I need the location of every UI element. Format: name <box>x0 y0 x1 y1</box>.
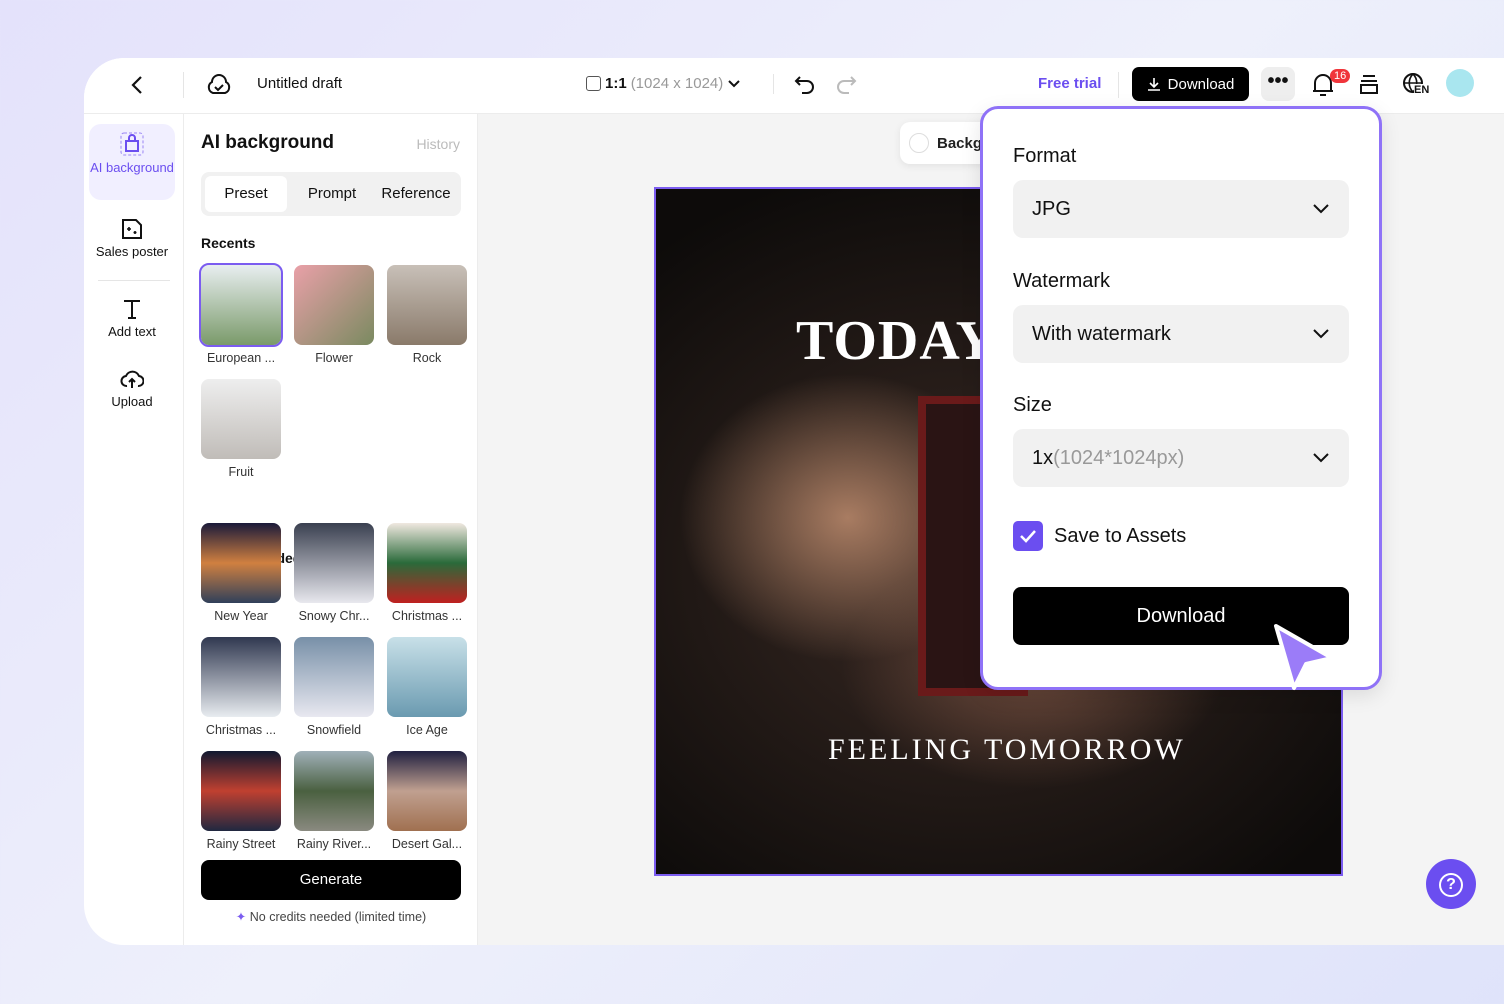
ratio-value: 1:1 <box>605 75 627 92</box>
rail-item-ai-background[interactable]: AI background <box>89 124 175 200</box>
subline-text[interactable]: FEELING TOMORROW <box>828 733 1186 767</box>
panel-tabs: Preset Prompt Reference <box>201 172 461 216</box>
preset-thumbnail[interactable] <box>201 523 281 603</box>
chevron-down-icon <box>1313 329 1329 339</box>
watermark-value: With watermark <box>1032 322 1171 345</box>
cloud-saved-icon <box>207 74 231 94</box>
redo-icon[interactable] <box>835 73 857 95</box>
format-value: JPG <box>1032 197 1071 220</box>
sales-poster-icon <box>122 219 142 239</box>
cursor-pointer-icon <box>1274 624 1334 690</box>
download-label: Download <box>1167 75 1235 93</box>
preset-label: Rainy River... <box>296 837 372 851</box>
ai-background-icon <box>120 132 144 156</box>
checkbox-checked-icon <box>1013 521 1043 551</box>
recents-heading: Recents <box>201 235 256 251</box>
help-button[interactable]: ? <box>1426 859 1476 909</box>
preset-label: Snowfield <box>306 723 362 737</box>
size-detail: (1024*1024px) <box>1053 446 1185 469</box>
credits-note: ✦ No credits needed (limited time) <box>201 909 461 924</box>
preset-thumbnail[interactable] <box>387 751 467 831</box>
layers-icon[interactable] <box>1358 73 1380 95</box>
preset-label: Christmas ... <box>391 609 463 623</box>
preset-thumbnail[interactable] <box>387 637 467 717</box>
download-button[interactable]: Download <box>1132 67 1249 101</box>
avatar[interactable] <box>1446 69 1474 97</box>
size-main: 1x <box>1032 446 1054 469</box>
format-select[interactable]: JPG <box>1013 180 1349 238</box>
rail-label: Upload <box>111 394 153 409</box>
free-trial-link[interactable]: Free trial <box>1038 75 1101 92</box>
sparkle-icon: ✦ <box>235 910 247 924</box>
rail-label: Sales poster <box>95 244 169 259</box>
watermark-label: Watermark <box>1013 270 1111 292</box>
upload-cloud-icon <box>120 370 144 388</box>
tab-reference[interactable]: Reference <box>373 176 459 212</box>
notification-badge: 16 <box>1330 69 1351 83</box>
generate-button[interactable]: Generate <box>201 860 461 900</box>
rail-item-upload[interactable]: Upload <box>89 360 175 409</box>
document-title[interactable]: Untitled draft <box>257 75 342 92</box>
more-options-button[interactable]: ••• <box>1261 67 1295 101</box>
preset-thumbnail[interactable] <box>294 523 374 603</box>
rail-label: Add text <box>108 324 156 339</box>
preset-thumbnail[interactable] <box>201 379 281 459</box>
preset-label: Flower <box>315 351 353 365</box>
ratio-size: (1024 x 1024) <box>630 75 724 92</box>
download-icon <box>1147 78 1160 91</box>
preset-thumbnail[interactable] <box>201 751 281 831</box>
preset-label: Ice Age <box>406 723 448 737</box>
watermark-select[interactable]: With watermark <box>1013 305 1349 363</box>
language-code: EN <box>1414 84 1430 96</box>
preset-label: Desert Gal... <box>391 837 463 851</box>
chevron-down-icon <box>1313 204 1329 214</box>
tab-prompt[interactable]: Prompt <box>297 176 367 212</box>
preset-thumbnail[interactable] <box>387 265 467 345</box>
save-to-assets-label: Save to Assets <box>1054 524 1187 547</box>
chevron-down-icon <box>1313 453 1329 463</box>
preset-label: Snowy Chr... <box>298 609 370 623</box>
canvas-size-selector[interactable]: 1:1 (1024 x 1024) <box>586 75 741 92</box>
preset-thumbnail[interactable] <box>294 265 374 345</box>
panel-title: AI background <box>201 132 335 153</box>
preset-label: Rainy Street <box>206 837 276 851</box>
ai-background-panel: AI background History Preset Prompt Refe… <box>184 114 478 945</box>
radio-icon <box>909 133 929 153</box>
preset-label: Fruit <box>228 465 254 479</box>
tab-preset[interactable]: Preset <box>205 176 287 212</box>
credits-note-text: No credits needed (limited time) <box>249 910 427 924</box>
left-rail: AI background Sales poster Add text Uplo… <box>84 114 184 945</box>
format-label: Format <box>1013 145 1077 167</box>
preset-thumbnail[interactable] <box>294 637 374 717</box>
preset-thumbnail[interactable] <box>199 263 283 347</box>
save-to-assets-checkbox[interactable]: Save to Assets <box>1013 521 1186 551</box>
preset-label: European ... <box>206 351 276 365</box>
history-link[interactable]: History <box>416 136 460 152</box>
text-icon <box>124 300 140 319</box>
chevron-down-icon <box>728 79 740 87</box>
preset-label: New Year <box>214 609 268 623</box>
preset-thumbnail[interactable] <box>294 751 374 831</box>
headline-text[interactable]: TODAY <box>796 309 997 373</box>
rail-item-add-text[interactable]: Add text <box>89 290 175 339</box>
preset-label: Christmas ... <box>205 723 277 737</box>
back-icon[interactable] <box>130 75 144 95</box>
undo-icon[interactable] <box>794 73 816 95</box>
download-popup: Format JPG Watermark With watermark Size… <box>980 106 1382 690</box>
rail-label: AI background <box>90 160 174 175</box>
size-label: Size <box>1013 394 1052 416</box>
aspect-ratio-icon <box>586 76 601 91</box>
preset-thumbnail[interactable] <box>387 523 467 603</box>
preset-label: Rock <box>412 351 442 365</box>
preset-thumbnail[interactable] <box>201 637 281 717</box>
size-select[interactable]: 1x(1024*1024px) <box>1013 429 1349 487</box>
help-icon: ? <box>1439 873 1463 898</box>
rail-item-sales-poster[interactable]: Sales poster <box>89 210 175 259</box>
